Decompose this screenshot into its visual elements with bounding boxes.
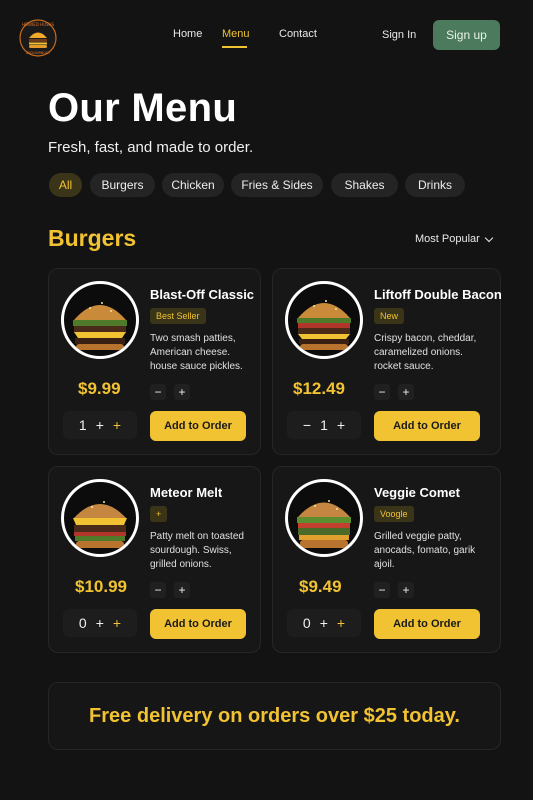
svg-text:ZYDUUMINOUT: ZYDUUMINOUT <box>26 51 50 55</box>
nav-menu[interactable]: Menu <box>222 28 250 40</box>
burger-image <box>285 479 363 557</box>
plus-icon[interactable]: + <box>337 417 345 433</box>
item-name: Liftoff Double Bacon <box>374 287 502 302</box>
page-subtitle: Fresh, fast, and made to order. <box>48 139 254 156</box>
filter-burgers[interactable]: Burgers <box>90 173 155 197</box>
filter-all[interactable]: All <box>49 173 82 197</box>
item-badge: Best Seller <box>150 308 206 324</box>
quantity-stepper: 0 + + <box>63 609 137 637</box>
item-badge: + <box>150 506 168 522</box>
promo-banner: Free delivery on orders over $25 today. <box>48 682 501 750</box>
item-name: Blast-Off Classic <box>150 287 255 302</box>
filter-chicken[interactable]: Chicken <box>162 173 224 197</box>
item-description: Patty melt on toasted sourdough. Swiss, … <box>150 531 244 570</box>
menu-item-card: Liftoff Double Bacon New Crispy bacon, c… <box>272 268 502 455</box>
nav-active-indicator <box>222 46 247 48</box>
quantity-value: 1 <box>320 417 328 433</box>
plus-icon[interactable]: + <box>337 615 345 631</box>
item-description: Two smash patties, American cheese. hous… <box>150 333 243 372</box>
menu-item-card: Meteor Melt + Patty melt on toasted sour… <box>48 466 261 653</box>
sign-up-button[interactable]: Sign up <box>433 20 500 50</box>
nav-contact[interactable]: Contact <box>279 28 317 40</box>
sign-in-link[interactable]: Sign In <box>382 29 416 41</box>
burger-image <box>61 281 139 359</box>
item-price: $12.49 <box>293 379 345 398</box>
plus-icon[interactable]: + <box>320 615 328 631</box>
quantity-value: 0 <box>302 615 311 631</box>
item-price: $9.49 <box>299 577 342 596</box>
mini-stepper: − + <box>150 383 208 401</box>
quantity-value: 1 <box>78 417 87 433</box>
increment-button[interactable]: + <box>398 384 414 400</box>
sort-dropdown[interactable]: Most Popular <box>415 233 494 245</box>
site-header: HOWIED HUSHS ZYDUUMINOUT Home Menu Conta… <box>0 0 533 70</box>
decrement-button[interactable]: − <box>374 582 390 598</box>
minus-icon[interactable]: − <box>303 417 311 433</box>
item-badge: New <box>374 308 405 324</box>
item-price: $9.99 <box>78 379 121 398</box>
burger-logo-icon[interactable]: HOWIED HUSHS ZYDUUMINOUT <box>18 18 58 58</box>
add-to-order-button[interactable]: Add to Order <box>374 609 480 639</box>
menu-item-card: Veggie Comet Voogle Grilled veggie patty… <box>272 466 501 653</box>
filter-fries-sides[interactable]: Fries & Sides <box>231 173 323 197</box>
nav-home[interactable]: Home <box>173 28 202 40</box>
filter-shakes[interactable]: Shakes <box>331 173 398 197</box>
decrement-button[interactable]: − <box>150 582 166 598</box>
mini-stepper: − + <box>374 383 432 401</box>
decrement-button[interactable]: − <box>150 384 166 400</box>
item-description: Crispy bacon, cheddar, caramelized onion… <box>374 333 477 372</box>
promo-text: Free delivery on orders over $25 today. <box>89 704 460 727</box>
plus-icon[interactable]: + <box>113 417 121 433</box>
increment-button[interactable]: + <box>174 384 190 400</box>
decrement-button[interactable]: − <box>374 384 390 400</box>
page-title: Our Menu <box>48 86 238 130</box>
add-to-order-button[interactable]: Add to Order <box>150 411 246 441</box>
item-price: $10.99 <box>75 577 127 596</box>
item-name: Meteor Melt <box>150 485 223 500</box>
burger-image <box>61 479 139 557</box>
item-name: Veggie Comet <box>374 485 460 500</box>
quantity-stepper: − 1 + <box>287 411 361 439</box>
plus-icon[interactable]: + <box>96 615 104 631</box>
menu-item-card: Blast-Off Classic Best Seller Two smash … <box>48 268 261 455</box>
sort-label: Most Popular <box>415 233 480 245</box>
section-title: Burgers <box>48 225 137 251</box>
item-badge: Voogle <box>374 506 414 522</box>
increment-button[interactable]: + <box>398 582 414 598</box>
plus-icon[interactable]: + <box>113 615 121 631</box>
svg-text:HOWIED HUSHS: HOWIED HUSHS <box>22 22 55 27</box>
add-to-order-button[interactable]: Add to Order <box>150 609 246 639</box>
mini-stepper: − + <box>150 581 208 599</box>
chevron-down-icon <box>484 233 494 242</box>
item-description: Grilled veggie patty, anocads, fomato, g… <box>374 531 476 570</box>
add-to-order-button[interactable]: Add to Order <box>374 411 480 441</box>
quantity-stepper: 1 + + <box>63 411 137 439</box>
increment-button[interactable]: + <box>174 582 190 598</box>
mini-stepper: − + <box>374 581 432 599</box>
quantity-value: 0 <box>78 615 87 631</box>
quantity-stepper: 0 + + <box>287 609 361 637</box>
burger-image <box>285 281 363 359</box>
filter-drinks[interactable]: Drinks <box>405 173 465 197</box>
plus-icon[interactable]: + <box>96 417 104 433</box>
